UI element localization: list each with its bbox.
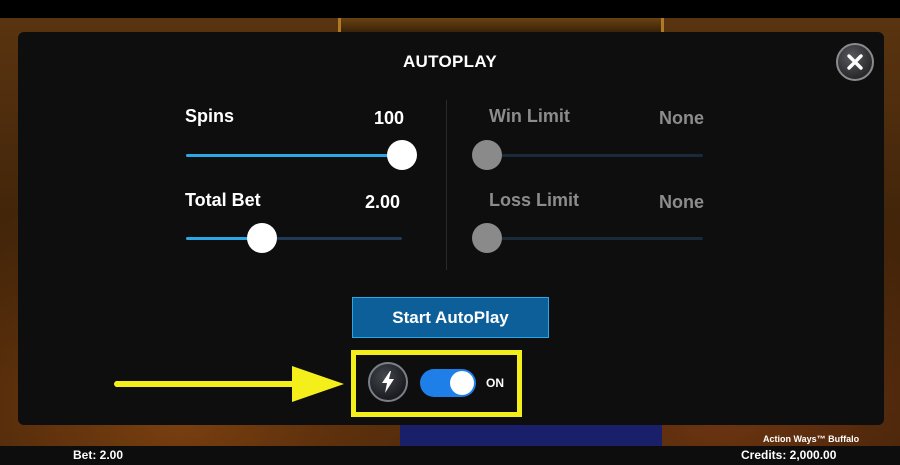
top-bar — [0, 0, 900, 18]
start-autoplay-button[interactable]: Start AutoPlay — [352, 297, 549, 338]
total-bet-slider-thumb[interactable] — [246, 223, 277, 253]
win-limit-label: Win Limit — [489, 106, 570, 126]
close-button[interactable] — [836, 43, 874, 81]
close-icon — [847, 54, 863, 70]
total-bet-value: 2.00 — [364, 192, 400, 212]
game-name: Action Ways™ Buffalo — [763, 434, 860, 444]
modal-title: AUTOPLAY — [402, 52, 498, 71]
spins-slider-fill — [186, 154, 402, 157]
win-limit-slider[interactable] — [472, 140, 703, 170]
spins-slider[interactable] — [186, 140, 417, 170]
win-limit-value: None — [659, 108, 704, 128]
credits-display: Credits: 2,000.00 — [741, 448, 837, 462]
loss-limit-value: None — [659, 192, 704, 212]
turbo-button[interactable] — [368, 362, 408, 402]
turbo-toggle[interactable] — [420, 369, 476, 397]
turbo-toggle-state: ON — [486, 376, 504, 390]
turbo-toggle-knob — [450, 371, 474, 395]
lightning-icon — [382, 371, 394, 393]
reel-strip — [400, 425, 662, 446]
loss-limit-slider[interactable] — [472, 223, 703, 253]
total-bet-label: Total Bet — [185, 190, 261, 210]
spins-slider-thumb[interactable] — [387, 140, 417, 170]
spins-value: 100 — [373, 108, 404, 128]
loss-limit-slider-thumb[interactable] — [472, 223, 502, 253]
total-bet-slider[interactable] — [186, 223, 402, 253]
bet-display: Bet: 2.00 — [73, 448, 124, 462]
column-divider — [446, 100, 447, 270]
jackpot-banner — [338, 18, 664, 32]
win-limit-slider-thumb[interactable] — [472, 140, 502, 170]
spins-label: Spins — [185, 106, 235, 126]
loss-limit-label: Loss Limit — [489, 190, 580, 210]
arrow-right-icon — [114, 366, 344, 402]
